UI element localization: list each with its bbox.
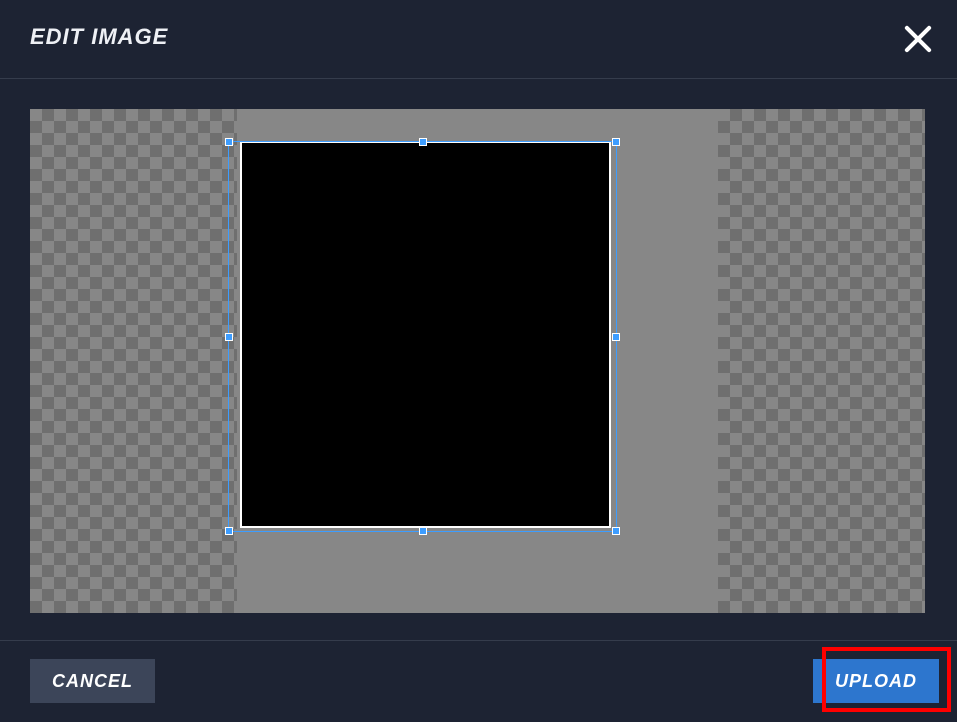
modal-header: EDIT IMAGE <box>0 0 957 79</box>
cancel-button[interactable]: CANCEL <box>30 659 155 703</box>
crop-box[interactable] <box>228 141 617 532</box>
image-canvas <box>30 109 925 613</box>
transparency-checker-left <box>30 109 237 613</box>
modal-title: EDIT IMAGE <box>30 24 168 50</box>
crop-handle-sw[interactable] <box>225 527 233 535</box>
crop-handle-n[interactable] <box>419 138 427 146</box>
upload-button[interactable]: UPLOAD <box>813 659 939 703</box>
modal-footer: CANCEL UPLOAD <box>0 640 957 722</box>
transparency-checker-right <box>718 109 925 613</box>
edit-image-modal: EDIT IMAGE CANCEL UPLOAD <box>0 0 957 721</box>
crop-handle-e[interactable] <box>612 333 620 341</box>
crop-handle-w[interactable] <box>225 333 233 341</box>
crop-handle-nw[interactable] <box>225 138 233 146</box>
crop-handle-ne[interactable] <box>612 138 620 146</box>
crop-handle-se[interactable] <box>612 527 620 535</box>
crop-handle-s[interactable] <box>419 527 427 535</box>
close-button[interactable] <box>899 20 937 58</box>
close-icon <box>899 20 937 58</box>
